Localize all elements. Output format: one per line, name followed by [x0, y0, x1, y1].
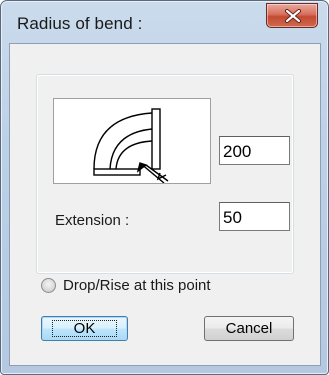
- ok-button[interactable]: OK: [41, 316, 128, 341]
- close-button[interactable]: [266, 3, 318, 28]
- title-bar[interactable]: Radius of bend :: [1, 1, 328, 41]
- radius-input[interactable]: [219, 136, 290, 165]
- close-icon: [285, 9, 301, 23]
- dialog-client-area: Extension : Drop/Rise at this point OK C…: [9, 43, 321, 366]
- drop-rise-radio[interactable]: [41, 278, 56, 293]
- extension-input[interactable]: [219, 202, 290, 231]
- cancel-button[interactable]: Cancel: [204, 316, 294, 341]
- ok-button-label: OK: [73, 320, 96, 337]
- extension-label: Extension :: [55, 212, 130, 229]
- drop-rise-label[interactable]: Drop/Rise at this point: [63, 277, 211, 294]
- window-title: Radius of bend :: [17, 14, 143, 33]
- dialog-window: Radius of bend : 200 Extension: 50 Drop…: [0, 0, 329, 375]
- pipe-bend-icon: [93, 108, 169, 184]
- pipe-bend-diagram: [53, 98, 211, 184]
